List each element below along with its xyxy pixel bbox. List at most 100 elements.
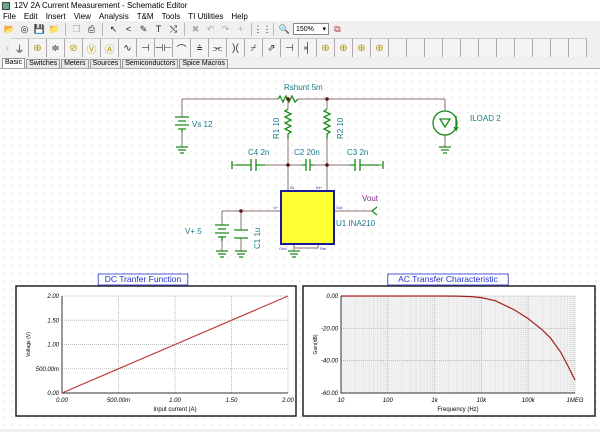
capacitor-icon[interactable]: ⊣⊢	[155, 38, 173, 57]
x-axis-label: Input current (A)	[153, 407, 196, 413]
crystal-icon[interactable]: )(	[227, 38, 245, 57]
voltage-probe-icon[interactable]: ⊕	[29, 38, 47, 57]
tab-sources[interactable]: Sources	[89, 59, 122, 68]
empty-slot-icon[interactable]	[407, 38, 425, 57]
open-icon[interactable]: 📁	[48, 23, 61, 36]
inductor-icon[interactable]: ⌒	[173, 38, 191, 57]
empty-slot-icon[interactable]	[425, 38, 443, 57]
pencil-icon[interactable]: ✎	[137, 23, 150, 36]
x-tick-label: 10	[338, 398, 345, 404]
menu-tools[interactable]: Tools	[162, 12, 181, 21]
empty-slot-icon[interactable]	[533, 38, 551, 57]
menu-edit[interactable]: Edit	[24, 12, 38, 21]
y-tick-label: -60.00	[321, 391, 339, 397]
menu-help[interactable]: Help	[231, 12, 247, 21]
charts: DC Tranfer Function 0.00 500.00m 1.00 1.50 2.…	[15, 273, 596, 417]
variable-icon[interactable]: ⇗	[263, 38, 281, 57]
probe-2-icon[interactable]: ⊕	[335, 38, 353, 57]
y-tick-label: 1.50	[47, 318, 59, 324]
open-folder-icon[interactable]: 📂	[3, 23, 16, 36]
empty-slot-icon[interactable]	[479, 38, 497, 57]
chart-0: DC Tranfer Function 0.00 500.00m 1.00 1.50 2.…	[15, 273, 297, 417]
empty-slot-icon[interactable]	[389, 38, 407, 57]
empty-slot-icon[interactable]	[443, 38, 461, 57]
print-preview-icon[interactable]: ⎙	[85, 23, 98, 36]
redo-icon[interactable]: ↷	[219, 23, 232, 36]
x-tick-label: 1MEG	[566, 398, 583, 404]
y-tick-label: -40.00	[321, 359, 339, 365]
chart-1: AC Transfer Characteristic 10 100 1k 10k 100k…	[302, 273, 596, 417]
empty-slot-icon[interactable]	[461, 38, 479, 57]
empty-slot-icon[interactable]	[551, 38, 569, 57]
toolbar-separator	[184, 22, 185, 36]
y-tick-label: 1.00	[47, 343, 59, 349]
voltmeter-icon[interactable]: Ⓥ	[83, 38, 101, 57]
app-icon	[2, 1, 10, 10]
transformer-icon[interactable]: ⩮	[191, 38, 209, 57]
menu-view[interactable]: View	[74, 12, 91, 21]
diode-icon[interactable]: ⊣	[281, 38, 299, 57]
ground-icon[interactable]: ⏚	[11, 38, 29, 57]
empty-slot-icon[interactable]	[497, 38, 515, 57]
menu-file[interactable]: File	[3, 12, 16, 21]
zoom-icon[interactable]: 🔍	[278, 23, 291, 36]
menu-tm[interactable]: T&M	[137, 12, 154, 21]
chart-title: AC Transfer Characteristic	[398, 274, 498, 284]
y-tick-label: 0.00	[47, 391, 59, 397]
potentiometer-icon[interactable]: ⊣	[137, 38, 155, 57]
jumper-icon[interactable]: ╡	[299, 38, 317, 57]
plot-background	[341, 296, 575, 393]
toolbar-separator	[251, 22, 252, 36]
save-icon[interactable]: 💾	[33, 23, 46, 36]
tab-basic[interactable]: Basic	[2, 58, 26, 68]
ammeter-icon[interactable]: ⊘	[65, 38, 83, 57]
resistor-icon[interactable]: ∿	[119, 38, 137, 57]
tina-icon[interactable]: ◎	[18, 23, 31, 36]
chevron-down-icon: ▾	[322, 26, 326, 33]
x-tick-label: 0.00	[56, 398, 68, 404]
tab-semiconductors[interactable]: Semiconductors	[122, 59, 179, 68]
x-tick-label: 100k	[522, 398, 536, 404]
x-axis-label: Frequency (Hz)	[437, 407, 478, 413]
pointer-icon[interactable]: ↖	[107, 23, 120, 36]
y-tick-label: 500.00m	[36, 367, 59, 373]
scroll-left-icon[interactable]: ‹	[6, 43, 9, 53]
menu-bar: File Edit Insert View Analysis T&M Tools TI Uti…	[0, 11, 600, 21]
y-axis-label: Gain(dB)	[313, 334, 319, 354]
probe-3-icon[interactable]: ⊕	[353, 38, 371, 57]
menu-insert[interactable]: Insert	[46, 12, 66, 21]
swap-icon[interactable]: ⤭	[167, 23, 180, 36]
undo-icon[interactable]: ↶	[204, 23, 217, 36]
menu-analysis[interactable]: Analysis	[99, 12, 129, 21]
plus-icon[interactable]: +	[234, 23, 247, 36]
copy-icon[interactable]: ❐	[70, 23, 83, 36]
x-tick-label: 500.00m	[107, 398, 130, 404]
schematic-canvas[interactable]: IN- IN+ V+ Out Gnd Ref Rshunt 5m Vs 12 R1 1…	[0, 68, 600, 429]
wire-icon[interactable]: <	[122, 23, 135, 36]
battery-icon[interactable]: ≑	[47, 38, 65, 57]
grid-icon[interactable]: ⋮⋮	[254, 23, 272, 36]
empty-slot-icon[interactable]	[515, 38, 533, 57]
zoom-select[interactable]: 150% ▾	[293, 23, 329, 35]
component-icon[interactable]: ⧉	[331, 23, 344, 36]
toolbar: 📂 ◎ 💾 📁 ❐ ⎙ ↖ < ✎ T ⤭ ✖ ↶ ↷ + ⋮⋮ 🔍 150% ▾ ⧉	[0, 21, 600, 37]
empty-slot-icon[interactable]	[569, 38, 587, 57]
relay-icon[interactable]: ⫘	[209, 38, 227, 57]
menu-tiutilities[interactable]: TI Utilities	[188, 12, 223, 21]
ammeter-a-icon[interactable]: Ⓐ	[101, 38, 119, 57]
text-icon[interactable]: T	[152, 23, 165, 36]
tab-spice-macros[interactable]: Spice Macros	[179, 59, 228, 68]
probe-4-icon[interactable]: ⊕	[371, 38, 389, 57]
component-tabs: Basic Switches Meters Sources Semiconductors…	[0, 58, 600, 68]
zoom-value: 150%	[296, 25, 314, 33]
y-tick-label: 2.00	[46, 294, 59, 300]
switch-icon[interactable]: ⌿	[245, 38, 263, 57]
tab-switches[interactable]: Switches	[26, 59, 61, 68]
y-tick-label: 0.00	[326, 294, 338, 300]
probe-1-icon[interactable]: ⊕	[317, 38, 335, 57]
x-tick-label: 1k	[431, 398, 438, 404]
toolbar-separator	[102, 22, 103, 36]
tab-meters[interactable]: Meters	[61, 59, 89, 68]
delete-icon[interactable]: ✖	[189, 23, 202, 36]
y-tick-label: -20.00	[321, 326, 339, 332]
